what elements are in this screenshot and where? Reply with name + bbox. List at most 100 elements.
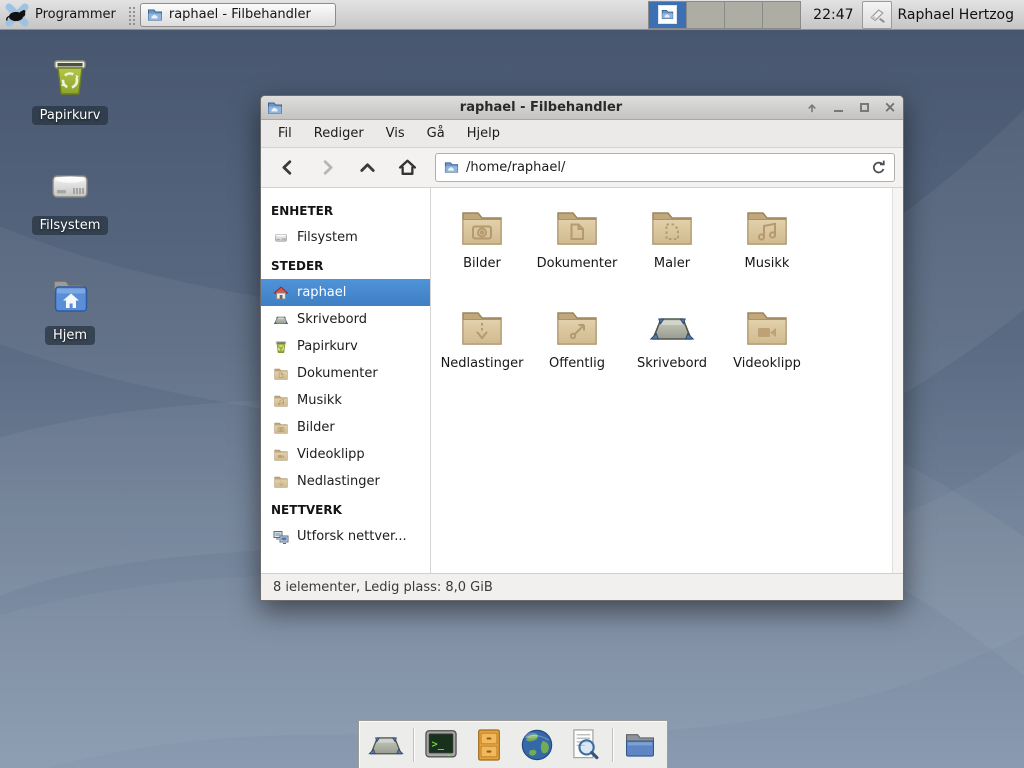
window-controls: × — [805, 101, 897, 115]
clock[interactable]: 22:47 — [813, 7, 853, 23]
sidebar-item-label: Videoklipp — [297, 447, 365, 462]
file-item-bilder[interactable]: Bilder — [435, 204, 529, 271]
file-view[interactable]: Bilder Dokumenter Maler Musikk Nedlastin… — [431, 188, 903, 574]
desktop-icon-label: Hjem — [45, 326, 95, 345]
shade-button[interactable] — [805, 101, 819, 115]
top-panel: Programmer raphael - Filbehandler 22:47 … — [0, 0, 1024, 30]
sidebar-item-label: Utforsk nettver... — [297, 529, 407, 544]
forward-icon — [319, 159, 336, 176]
dock-search-button[interactable] — [564, 725, 606, 765]
dock-web-browser-button[interactable] — [516, 725, 558, 765]
workspace-1[interactable] — [649, 2, 687, 28]
sidebar-header-steder: STEDER — [261, 251, 430, 279]
taskbar-window-label: raphael - Filbehandler — [169, 7, 311, 22]
file-item-label: Dokumenter — [537, 256, 618, 271]
menu-rediger[interactable]: Rediger — [303, 122, 375, 145]
workspace-3[interactable] — [725, 2, 763, 28]
sidebar-item-utforsk-nettverk[interactable]: Utforsk nettver... — [261, 523, 430, 550]
home-folder-icon — [46, 273, 94, 321]
folder-music-icon — [743, 204, 791, 252]
sidebar-item-label: Filsystem — [297, 230, 358, 245]
up-icon — [359, 159, 376, 176]
drive-icon — [273, 230, 289, 246]
sidebar-item-raphael[interactable]: raphael — [261, 279, 430, 306]
taskbar-window-button[interactable]: raphael - Filbehandler — [140, 3, 336, 27]
sidebar-item-label: Skrivebord — [297, 312, 367, 327]
sidebar-item-musikk[interactable]: Musikk — [261, 387, 430, 414]
sidebar-item-nedlastinger[interactable]: Nedlastinger — [261, 468, 430, 495]
shade-icon — [805, 101, 819, 115]
menu-ga[interactable]: Gå — [416, 122, 456, 145]
workspace-2[interactable] — [687, 2, 725, 28]
up-button[interactable] — [349, 153, 385, 183]
scrollbar-track[interactable] — [892, 188, 903, 574]
file-item-label: Skrivebord — [637, 356, 707, 371]
folder-pictures-icon — [273, 420, 289, 436]
maximize-icon — [860, 103, 869, 112]
file-item-label: Maler — [654, 256, 690, 271]
desktop-icon-label: Filsystem — [32, 216, 109, 235]
file-item-musikk[interactable]: Musikk — [720, 204, 814, 271]
workspace-4[interactable] — [763, 2, 800, 28]
sidebar-item-bilder[interactable]: Bilder — [261, 414, 430, 441]
file-item-dokumenter[interactable]: Dokumenter — [530, 204, 624, 271]
folder-public-icon — [553, 304, 601, 352]
tasklist-grip[interactable] — [127, 5, 135, 25]
dock-terminal-button[interactable] — [420, 725, 462, 765]
sidebar-item-papirkurv[interactable]: Papirkurv — [261, 333, 430, 360]
network-icon — [273, 529, 289, 545]
file-item-skrivebord[interactable]: Skrivebord — [625, 304, 719, 371]
sidebar-header-enheter: ENHETER — [261, 196, 430, 224]
sidebar-item-filsystem[interactable]: Filsystem — [261, 224, 430, 251]
applications-menu-label: Programmer — [35, 7, 116, 22]
show-desktop-icon — [367, 726, 405, 764]
workspace-switcher — [648, 1, 801, 29]
reload-icon[interactable] — [871, 160, 886, 175]
forward-button[interactable] — [309, 153, 345, 183]
desktop-icon-hjem[interactable]: Hjem — [10, 273, 130, 345]
file-manager-window-icon — [147, 7, 163, 23]
home-button[interactable] — [389, 153, 425, 183]
folder-icon — [621, 726, 659, 764]
path-text[interactable]: /home/raphael/ — [466, 160, 864, 175]
path-field[interactable]: /home/raphael/ — [435, 153, 895, 182]
xfce-mouse-icon — [5, 3, 29, 27]
web-browser-icon — [518, 726, 556, 764]
sidebar-item-dokumenter[interactable]: Dokumenter — [261, 360, 430, 387]
close-icon: × — [884, 100, 897, 115]
desktop-icon-papirkurv[interactable]: Papirkurv — [10, 53, 130, 125]
file-item-videoklipp[interactable]: Videoklipp — [720, 304, 814, 371]
sidebar-item-skrivebord[interactable]: Skrivebord — [261, 306, 430, 333]
home-toolbar-icon — [398, 158, 417, 177]
sidebar-item-label: Nedlastinger — [297, 474, 380, 489]
menu-fil[interactable]: Fil — [267, 122, 303, 145]
menu-hjelp[interactable]: Hjelp — [456, 122, 511, 145]
workspace-window-thumb — [658, 5, 677, 24]
folder-downloads-icon — [273, 474, 289, 490]
file-item-offentlig[interactable]: Offentlig — [530, 304, 624, 371]
folder-pictures-icon — [458, 204, 506, 252]
maximize-button[interactable] — [857, 101, 871, 115]
file-item-label: Offentlig — [549, 356, 605, 371]
dock-show-desktop-button[interactable] — [365, 725, 407, 765]
dock-file-manager-button[interactable] — [619, 725, 661, 765]
sidebar-item-label: Papirkurv — [297, 339, 358, 354]
folder-documents-icon — [273, 366, 289, 382]
titlebar[interactable]: raphael - Filbehandler × — [261, 96, 903, 120]
file-item-label: Nedlastinger — [441, 356, 524, 371]
session-menu-button[interactable] — [862, 1, 892, 29]
file-item-nedlastinger[interactable]: Nedlastinger — [435, 304, 529, 371]
sidebar-item-videoklipp[interactable]: Videoklipp — [261, 441, 430, 468]
close-button[interactable]: × — [883, 101, 897, 115]
file-item-label: Videoklipp — [733, 356, 801, 371]
dock-file-cabinet-button[interactable] — [468, 725, 510, 765]
desktop-icon-filsystem[interactable]: Filsystem — [10, 163, 130, 235]
file-item-maler[interactable]: Maler — [625, 204, 719, 271]
window-body: ENHETER Filsystem STEDER raphael Skriveb… — [261, 188, 903, 574]
menu-vis[interactable]: Vis — [375, 122, 416, 145]
applications-menu-button[interactable]: Programmer — [0, 0, 124, 30]
back-button[interactable] — [269, 153, 305, 183]
minimize-button[interactable] — [831, 101, 845, 115]
user-name[interactable]: Raphael Hertzog — [898, 7, 1014, 23]
search-document-icon — [566, 726, 604, 764]
